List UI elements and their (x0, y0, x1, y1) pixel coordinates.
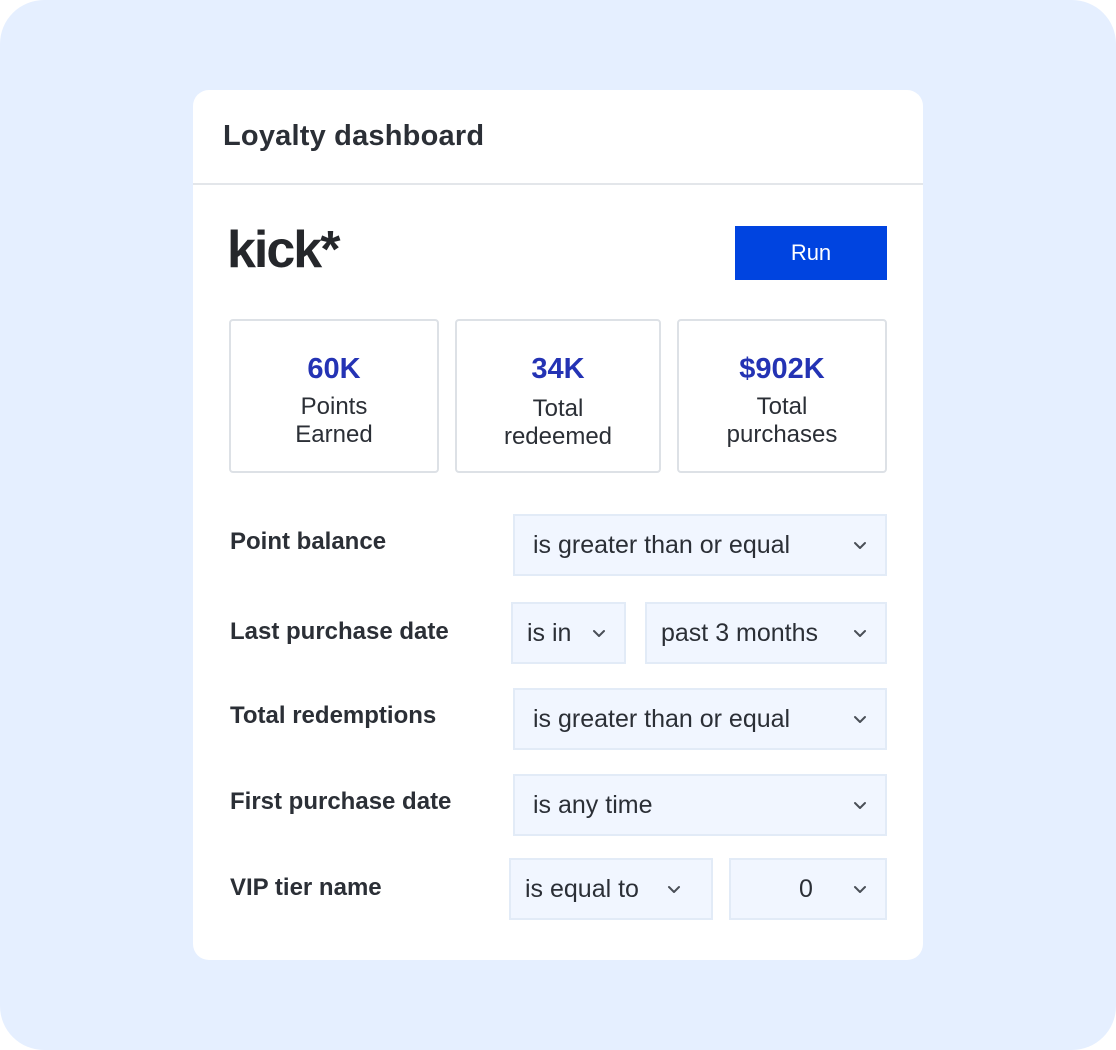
vip-tier-value-select[interactable]: 0 (729, 858, 887, 920)
stat-card-points-earned: 60K Points Earned (229, 319, 439, 473)
chevron-down-icon (592, 626, 606, 640)
stat-value: 60K (307, 353, 361, 385)
vip-tier-operator-select[interactable]: is equal to (509, 858, 713, 920)
select-value: past 3 months (661, 618, 819, 647)
card-header: Loyalty dashboard (193, 90, 923, 185)
filter-label-vip-tier-name: VIP tier name (230, 874, 382, 901)
filter-label-point-balance: Point balance (230, 528, 387, 555)
stat-label-line: Points (300, 393, 368, 420)
stat-card-total-redeemed: 34K Total redeemed (455, 319, 661, 473)
chevron-down-icon (853, 882, 867, 896)
last-purchase-date-value-select[interactable]: past 3 months (645, 602, 887, 664)
stat-label: Total purchases (689, 393, 875, 449)
stat-card-total-purchases: $902K Total purchases (677, 319, 887, 473)
stat-value: 34K (531, 353, 585, 385)
filter-label-total-redemptions: Total redemptions (230, 702, 437, 729)
filter-label-last-purchase-date: Last purchase date (230, 618, 449, 645)
stat-label: Points Earned (241, 393, 427, 449)
select-value: is greater than or equal (533, 530, 791, 559)
first-purchase-date-operator-select[interactable]: is any time (513, 774, 887, 836)
chevron-down-icon (667, 882, 681, 896)
stat-label-line: Earned (295, 421, 373, 448)
loyalty-dashboard-card: Loyalty dashboard kick* Run 60K Points E… (193, 90, 923, 960)
stat-label-line: purchases (726, 421, 838, 448)
stat-label-line: redeemed (503, 423, 613, 450)
filter-label-first-purchase-date: First purchase date (230, 788, 452, 815)
last-purchase-date-operator-select[interactable]: is in (511, 602, 626, 664)
card-title: Loyalty dashboard (223, 120, 485, 152)
run-button[interactable]: Run (735, 226, 887, 280)
select-value: 0 (799, 874, 813, 903)
select-value: is in (527, 618, 572, 647)
chevron-down-icon (853, 798, 867, 812)
select-value: is any time (533, 790, 653, 819)
select-value: is equal to (525, 874, 639, 903)
total-redemptions-operator-select[interactable]: is greater than or equal (513, 688, 887, 750)
stat-label: Total redeemed (467, 395, 649, 451)
chevron-down-icon (853, 712, 867, 726)
stat-label-line: Total (756, 393, 808, 420)
point-balance-operator-select[interactable]: is greater than or equal (513, 514, 887, 576)
stat-label-line: Total (532, 395, 584, 422)
kick-logo: kick* (227, 221, 340, 279)
chevron-down-icon (853, 538, 867, 552)
chevron-down-icon (853, 626, 867, 640)
stat-value: $902K (739, 353, 825, 385)
select-value: is greater than or equal (533, 704, 791, 733)
